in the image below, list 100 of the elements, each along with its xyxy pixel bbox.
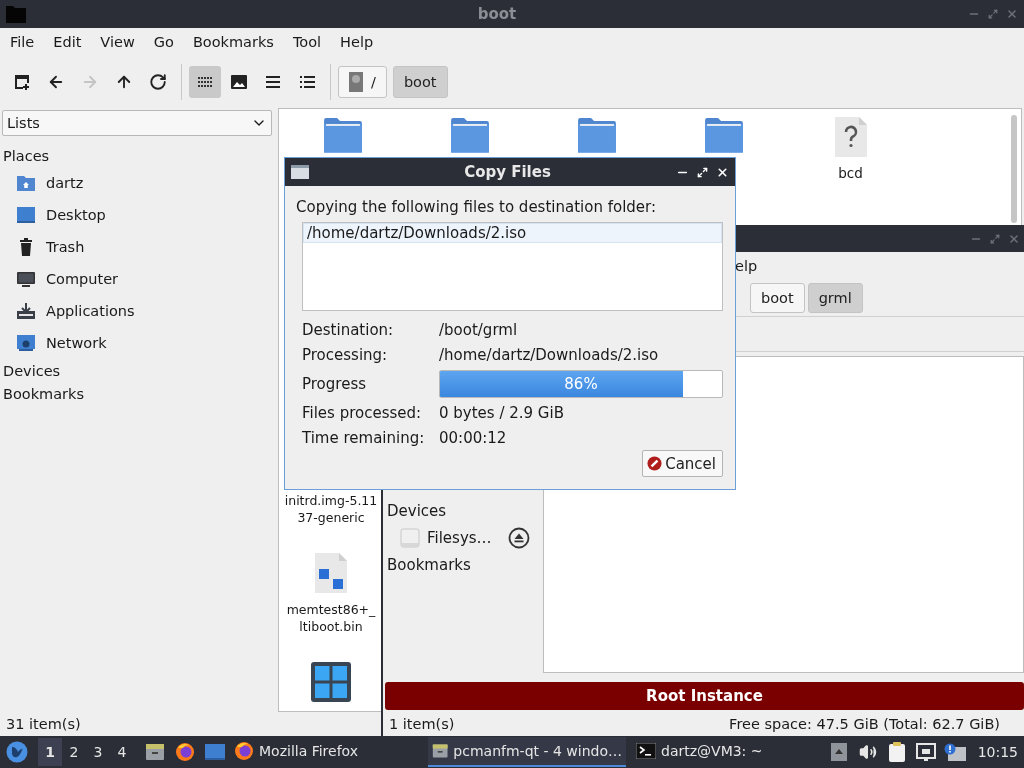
window-title: boot <box>476 5 518 23</box>
field-label: Time remaining: <box>302 427 426 449</box>
desktop-icon <box>205 744 225 760</box>
path-button[interactable]: grml <box>807 283 863 313</box>
maximize-icon[interactable] <box>697 166 708 178</box>
menu-item[interactable]: Edit <box>47 34 95 50</box>
menu-item[interactable]: View <box>94 34 148 50</box>
lists-dropdown[interactable]: Lists <box>2 110 272 136</box>
sidebar-section-title: Bookmarks <box>387 555 472 576</box>
file-name: ltiboot.bin <box>299 618 363 635</box>
reload-icon <box>149 73 167 91</box>
status-text: 1 item(s) <box>389 716 455 732</box>
folder-icon <box>576 117 617 154</box>
menu-item[interactable]: Bookmarks <box>186 34 287 50</box>
grid-app-icon <box>311 662 351 702</box>
dialog-message: Copying the following files to destination folder: <box>296 198 657 216</box>
browser-icon <box>234 741 254 761</box>
sidebar-item[interactable]: Applications <box>2 295 276 327</box>
monitor-icon <box>16 269 36 289</box>
new-window-icon <box>14 74 30 90</box>
up-icon <box>115 73 133 91</box>
field-value: 00:00:12 <box>439 427 508 449</box>
dialog-title: Copy Files <box>463 163 552 181</box>
sidebar-section-title: Bookmarks <box>2 384 85 404</box>
clipboard-icon <box>888 742 907 762</box>
task-button[interactable]: dartz@VM3: ~ <box>632 737 802 767</box>
field-label: Progress <box>302 373 367 395</box>
sidebar-item-label: Desktop <box>46 207 106 223</box>
network-icon <box>16 333 36 353</box>
sidebar-section-title: Devices <box>2 361 62 381</box>
menu-lines-icon <box>266 76 280 88</box>
field-label: Destination: <box>302 319 395 341</box>
wired-network-icon <box>916 743 937 761</box>
sidebar-item[interactable]: Network <box>2 327 276 359</box>
notification-icon <box>944 743 967 761</box>
volume-icon <box>859 743 878 761</box>
menu-item[interactable]: File <box>4 34 48 50</box>
eject-icon[interactable] <box>507 527 530 549</box>
task-button[interactable]: pcmanfm-qt - 4 windo… <box>428 737 626 767</box>
browser-icon <box>175 742 195 762</box>
folder-icon <box>449 117 490 154</box>
menu-item[interactable]: Help <box>334 34 387 50</box>
task-button[interactable]: Mozilla Firefox <box>230 737 422 767</box>
path-button[interactable]: boot <box>750 283 805 313</box>
drive-icon <box>399 527 421 549</box>
home-folder-icon <box>16 173 36 193</box>
window-icon <box>291 165 309 179</box>
desktop-icon <box>16 205 36 225</box>
stop-icon <box>647 456 663 471</box>
file-list-item[interactable]: /home/dartz/Downloads/2.iso <box>303 223 722 243</box>
tray-expand-icon <box>831 743 848 761</box>
forward-icon <box>81 73 99 91</box>
unknown-file-icon <box>834 117 867 157</box>
sidebar-item[interactable]: Desktop <box>2 199 276 231</box>
menu-item[interactable]: Go <box>147 34 187 50</box>
workspace-button[interactable]: 2 <box>62 738 86 766</box>
file-name: memtest86+_ <box>286 601 376 618</box>
sidebar-item[interactable]: dartz <box>2 167 276 199</box>
sidebar-item-label: Computer <box>46 271 119 287</box>
field-value: /boot/grml <box>439 319 519 341</box>
workspace-button[interactable]: 1 <box>38 738 62 766</box>
download-icon <box>16 301 36 321</box>
sidebar-item-label: Applications <box>46 303 135 319</box>
view-mode-button[interactable] <box>189 66 221 98</box>
binary-file-icon <box>315 553 347 593</box>
start-menu-icon[interactable] <box>6 741 28 763</box>
image-icon <box>231 75 247 89</box>
folder-icon <box>703 117 744 154</box>
sidebar-item-label: Filesys… <box>427 529 492 547</box>
sidebar-item-label: Trash <box>46 239 85 255</box>
sidebar-item[interactable]: Filesys… <box>387 522 539 554</box>
file-manager-icon <box>145 743 165 761</box>
sidebar-item-label: Network <box>46 335 107 351</box>
menu-item[interactable]: elp <box>735 258 758 274</box>
terminal-icon <box>636 743 656 759</box>
field-value: 0 bytes / 2.9 GiB <box>439 402 565 424</box>
sidebar-section-title: Devices <box>387 501 448 522</box>
path-button[interactable]: / <box>338 66 387 98</box>
back-icon <box>47 73 65 91</box>
sidebar-item[interactable]: Trash <box>2 231 276 263</box>
status-text: 31 item(s) <box>6 716 81 732</box>
cancel-button[interactable]: Cancel <box>642 450 723 477</box>
sidebar-item[interactable]: Computer <box>2 263 276 295</box>
file-name: 37-generic <box>297 509 365 526</box>
file-name: bcd <box>838 165 863 182</box>
sidebar-section-title: Places <box>2 146 51 166</box>
file-manager-icon <box>432 742 449 760</box>
clock: 10:15 <box>977 744 1018 760</box>
folder-icon <box>6 5 26 23</box>
workspace-button[interactable]: 4 <box>110 738 134 766</box>
menu-item[interactable]: Tool <box>286 34 335 50</box>
field-value: /home/dartz/Downloads/2.iso <box>439 344 660 366</box>
path-button[interactable]: boot <box>392 66 448 98</box>
root-instance-banner: Root Instance <box>385 682 1024 710</box>
drive-icon <box>349 72 363 92</box>
field-label: Processing: <box>302 344 389 366</box>
folder-icon <box>322 117 363 154</box>
workspace-button[interactable]: 3 <box>86 738 110 766</box>
close-icon[interactable] <box>716 165 729 179</box>
icon-grid-icon <box>198 77 212 87</box>
